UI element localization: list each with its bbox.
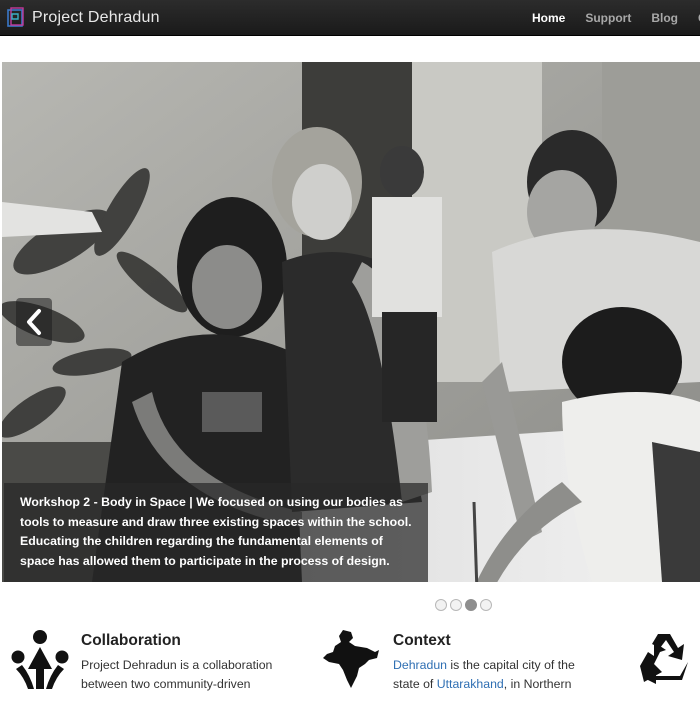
carousel-caption: Workshop 2 - Body in Space | We focused … (4, 483, 428, 582)
recycle-icon (640, 634, 688, 684)
context-line-2: state of Uttarakhand, in Northern (393, 675, 623, 694)
chevron-left-icon (27, 309, 41, 335)
carousel-prev-control[interactable] (16, 298, 52, 346)
context-line-2-start: state of (393, 677, 437, 691)
collaboration-line-2: between two community-driven (81, 677, 251, 691)
brand-name: Project Dehradun (32, 9, 160, 26)
caption-text: Workshop 2 - Body in Space | We focused … (20, 495, 412, 568)
main-nav: Home Support Blog C (532, 0, 700, 36)
carousel-indicator-1[interactable] (435, 599, 447, 611)
carousel-indicator-3[interactable] (465, 599, 477, 611)
nav-blog-link[interactable]: Blog (651, 11, 678, 25)
dehradun-link[interactable]: Dehradun (393, 658, 447, 672)
carousel-indicators (435, 599, 492, 611)
collaboration-text: Project Dehradun is a collaboration betw… (81, 656, 306, 694)
context-line-1-rest: is the capital city of the (447, 658, 575, 672)
hero-carousel: Workshop 2 - Body in Space | We focused … (2, 62, 700, 582)
context-line-2-rest: , in Northern (503, 677, 572, 691)
nav-home-link[interactable]: Home (532, 11, 565, 25)
brand-logo-icon (7, 7, 24, 27)
carousel-indicator-4[interactable] (480, 599, 492, 611)
india-map-icon (323, 630, 379, 688)
collaboration-title: Collaboration (81, 632, 181, 649)
nav-support-link[interactable]: Support (585, 11, 631, 25)
carousel-indicator-2[interactable] (450, 599, 462, 611)
context-text: Dehradun is the capital city of the stat… (393, 656, 623, 694)
people-icon (11, 630, 69, 689)
brand[interactable]: Project Dehradun (6, 5, 160, 31)
navbar: Project Dehradun Home Support Blog C (0, 0, 700, 36)
context-title: Context (393, 632, 451, 649)
context-line-1: Dehradun is the capital city of the (393, 656, 623, 675)
collaboration-line-1: Project Dehradun is a collaboration (81, 658, 273, 672)
uttarakhand-link[interactable]: Uttarakhand (437, 677, 504, 691)
